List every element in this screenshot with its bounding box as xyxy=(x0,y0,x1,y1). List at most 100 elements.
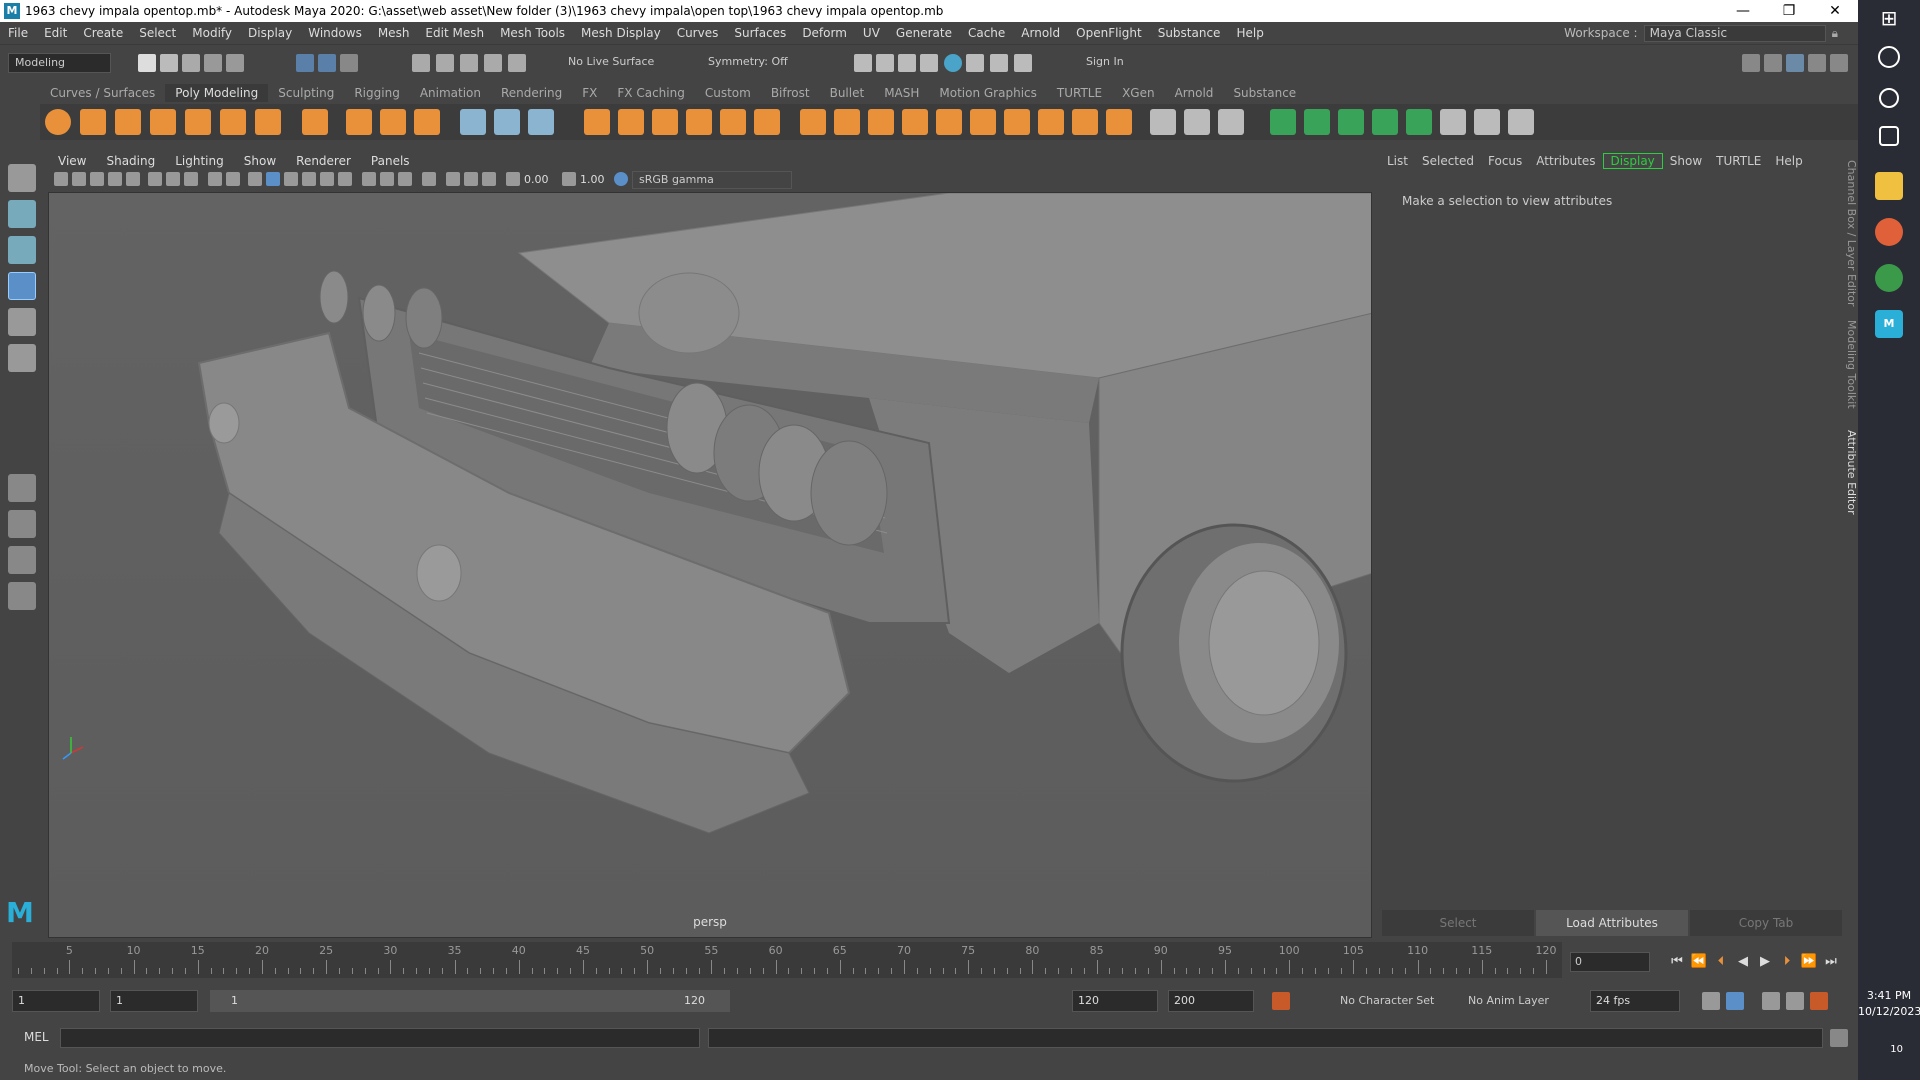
unfold-uv-icon[interactable] xyxy=(1508,109,1534,135)
mesh-smooth-icon[interactable] xyxy=(584,109,610,135)
bookmarks-icon[interactable] xyxy=(90,172,104,186)
connect-icon[interactable] xyxy=(1218,109,1244,135)
modeling-toolkit-icon[interactable] xyxy=(1742,54,1760,72)
animation-end-field[interactable]: 200 xyxy=(1168,990,1254,1012)
mel-label[interactable]: MEL xyxy=(24,1030,49,1044)
mesh-mirror-icon[interactable] xyxy=(652,109,678,135)
sew-uv-icon[interactable] xyxy=(1474,109,1500,135)
search-icon[interactable] xyxy=(1878,46,1900,68)
safe-action-icon[interactable] xyxy=(208,172,222,186)
menu-generate[interactable]: Generate xyxy=(888,26,960,40)
attr-menu-focus[interactable]: Focus xyxy=(1481,154,1529,168)
mesh-combine-icon[interactable] xyxy=(494,109,520,135)
type-tool-icon[interactable] xyxy=(380,109,406,135)
mesh-reduce-icon[interactable] xyxy=(754,109,780,135)
view-transform-dropdown[interactable]: sRGB gamma xyxy=(632,171,792,189)
menu-file[interactable]: File xyxy=(0,26,36,40)
arnold-ipr-icon[interactable] xyxy=(990,54,1008,72)
workspace-dropdown[interactable]: Maya Classic xyxy=(1643,24,1826,42)
anti-aliasing-icon[interactable] xyxy=(380,172,394,186)
exposure-value[interactable]: 0.00 xyxy=(524,173,549,186)
poly-cone-icon[interactable] xyxy=(150,109,176,135)
maximize-button[interactable]: ❐ xyxy=(1766,0,1812,22)
poly-torus-icon[interactable] xyxy=(185,109,211,135)
depth-of-field-icon[interactable] xyxy=(398,172,412,186)
menu-help[interactable]: Help xyxy=(1228,26,1271,40)
firefox-icon[interactable] xyxy=(1875,218,1903,246)
safe-title-icon[interactable] xyxy=(226,172,240,186)
make-live-icon[interactable] xyxy=(508,54,526,72)
x-ray-joints-icon[interactable] xyxy=(464,172,478,186)
anim-layer-dropdown[interactable]: No Anim Layer xyxy=(1468,994,1549,1007)
symmetry-dropdown[interactable]: Symmetry: Off xyxy=(702,53,802,73)
tab-channel-box-layer-editor[interactable]: Channel Box / Layer Editor xyxy=(1842,160,1858,307)
playback-start-field[interactable]: 1 xyxy=(110,990,198,1012)
menu-arnold[interactable]: Arnold xyxy=(1013,26,1068,40)
bevel-icon[interactable] xyxy=(868,109,894,135)
attr-menu-help[interactable]: Help xyxy=(1768,154,1809,168)
shelf-tab-poly-modeling[interactable]: Poly Modeling xyxy=(165,84,269,102)
lock-icon[interactable]: 🔒︎ xyxy=(1832,26,1838,41)
planar-map-icon[interactable] xyxy=(1304,109,1330,135)
mesh-separate-icon[interactable] xyxy=(528,109,554,135)
open-scene-icon[interactable] xyxy=(160,54,178,72)
paint-select-tool-icon[interactable] xyxy=(8,236,36,264)
panel-menu-panels[interactable]: Panels xyxy=(361,154,420,168)
current-frame-field[interactable]: 0 xyxy=(1570,952,1650,972)
use-all-lights-icon[interactable] xyxy=(320,172,334,186)
file-explorer-icon[interactable] xyxy=(1875,172,1903,200)
system-clock[interactable]: 3:41 PM 10/12/2023 xyxy=(1858,988,1920,1020)
menu-deform[interactable]: Deform xyxy=(794,26,855,40)
attr-menu-attributes[interactable]: Attributes xyxy=(1529,154,1602,168)
attr-menu-selected[interactable]: Selected xyxy=(1415,154,1481,168)
sign-in-dropdown[interactable]: Sign In xyxy=(1080,53,1200,73)
quadrangulate-icon[interactable] xyxy=(1106,109,1132,135)
scale-tool-icon[interactable] xyxy=(8,344,36,372)
step-back-key-icon[interactable]: ⏴ xyxy=(1712,953,1730,971)
attr-menu-turtle[interactable]: TURTLE xyxy=(1709,154,1768,168)
single-perspective-layout-icon[interactable] xyxy=(8,474,36,502)
film-gate-icon[interactable] xyxy=(166,172,180,186)
attr-menu-show[interactable]: Show xyxy=(1663,154,1709,168)
mesh-fill-hole-icon[interactable] xyxy=(686,109,712,135)
notification-center-icon[interactable]: 10 xyxy=(1875,1044,1903,1066)
tab-attribute-editor[interactable]: Attribute Editor xyxy=(1842,430,1858,515)
attr-menu-list[interactable]: List xyxy=(1380,154,1415,168)
rotate-tool-icon[interactable] xyxy=(8,308,36,336)
menu-edit-mesh[interactable]: Edit Mesh xyxy=(417,26,492,40)
uv-editor-icon[interactable] xyxy=(1270,109,1296,135)
shelf-tab-custom[interactable]: Custom xyxy=(695,84,761,102)
grid-icon[interactable] xyxy=(148,172,162,186)
hypershade-icon[interactable] xyxy=(944,54,962,72)
tab-modeling-toolkit[interactable]: Modeling Toolkit xyxy=(1842,320,1858,409)
shelf-tab-xgen[interactable]: XGen xyxy=(1112,84,1165,102)
menu-substance[interactable]: Substance xyxy=(1150,26,1229,40)
wireframe-icon[interactable] xyxy=(248,172,262,186)
undo-icon[interactable] xyxy=(204,54,222,72)
range-slider[interactable]: 1 120 xyxy=(210,990,730,1012)
minimize-button[interactable]: — xyxy=(1720,0,1766,22)
platonic-solid-icon[interactable] xyxy=(302,109,328,135)
cache-playback-icon[interactable] xyxy=(1726,992,1744,1010)
render-view-icon[interactable] xyxy=(854,54,872,72)
poly-disc-icon[interactable] xyxy=(255,109,281,135)
redo-icon[interactable] xyxy=(226,54,244,72)
task-view-icon[interactable] xyxy=(1879,126,1899,146)
menu-mesh[interactable]: Mesh xyxy=(370,26,418,40)
multi-cut-icon[interactable] xyxy=(1150,109,1176,135)
panel-menu-renderer[interactable]: Renderer xyxy=(286,154,361,168)
shelf-tab-mash[interactable]: MASH xyxy=(874,84,929,102)
time-slider[interactable]: 5 10 15 20 25 30 35 40 45 50 55 60 65 70 75 80 85 90 95 100… xyxy=(12,942,1562,978)
menu-create[interactable]: Create xyxy=(75,26,131,40)
render-frame-icon[interactable] xyxy=(876,54,894,72)
menu-curves[interactable]: Curves xyxy=(669,26,727,40)
snap-point-icon[interactable] xyxy=(460,54,478,72)
character-set-dropdown[interactable]: No Character Set xyxy=(1340,994,1434,1007)
ambient-occlusion-icon[interactable] xyxy=(362,172,376,186)
panel-menu-show[interactable]: Show xyxy=(234,154,286,168)
select-by-hierarchy-icon[interactable] xyxy=(296,54,314,72)
character-controls-icon[interactable] xyxy=(1764,54,1782,72)
step-back-frame-icon[interactable]: ⏪ xyxy=(1690,953,1708,971)
panel-menu-shading[interactable]: Shading xyxy=(96,154,165,168)
go-to-start-icon[interactable]: ⏮ xyxy=(1668,953,1686,971)
